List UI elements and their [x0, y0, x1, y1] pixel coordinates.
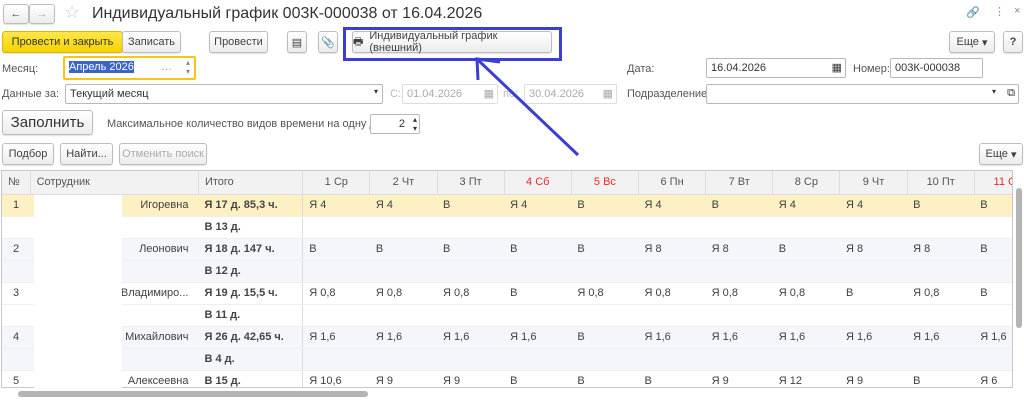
annotation-arrow: [475, 57, 580, 157]
